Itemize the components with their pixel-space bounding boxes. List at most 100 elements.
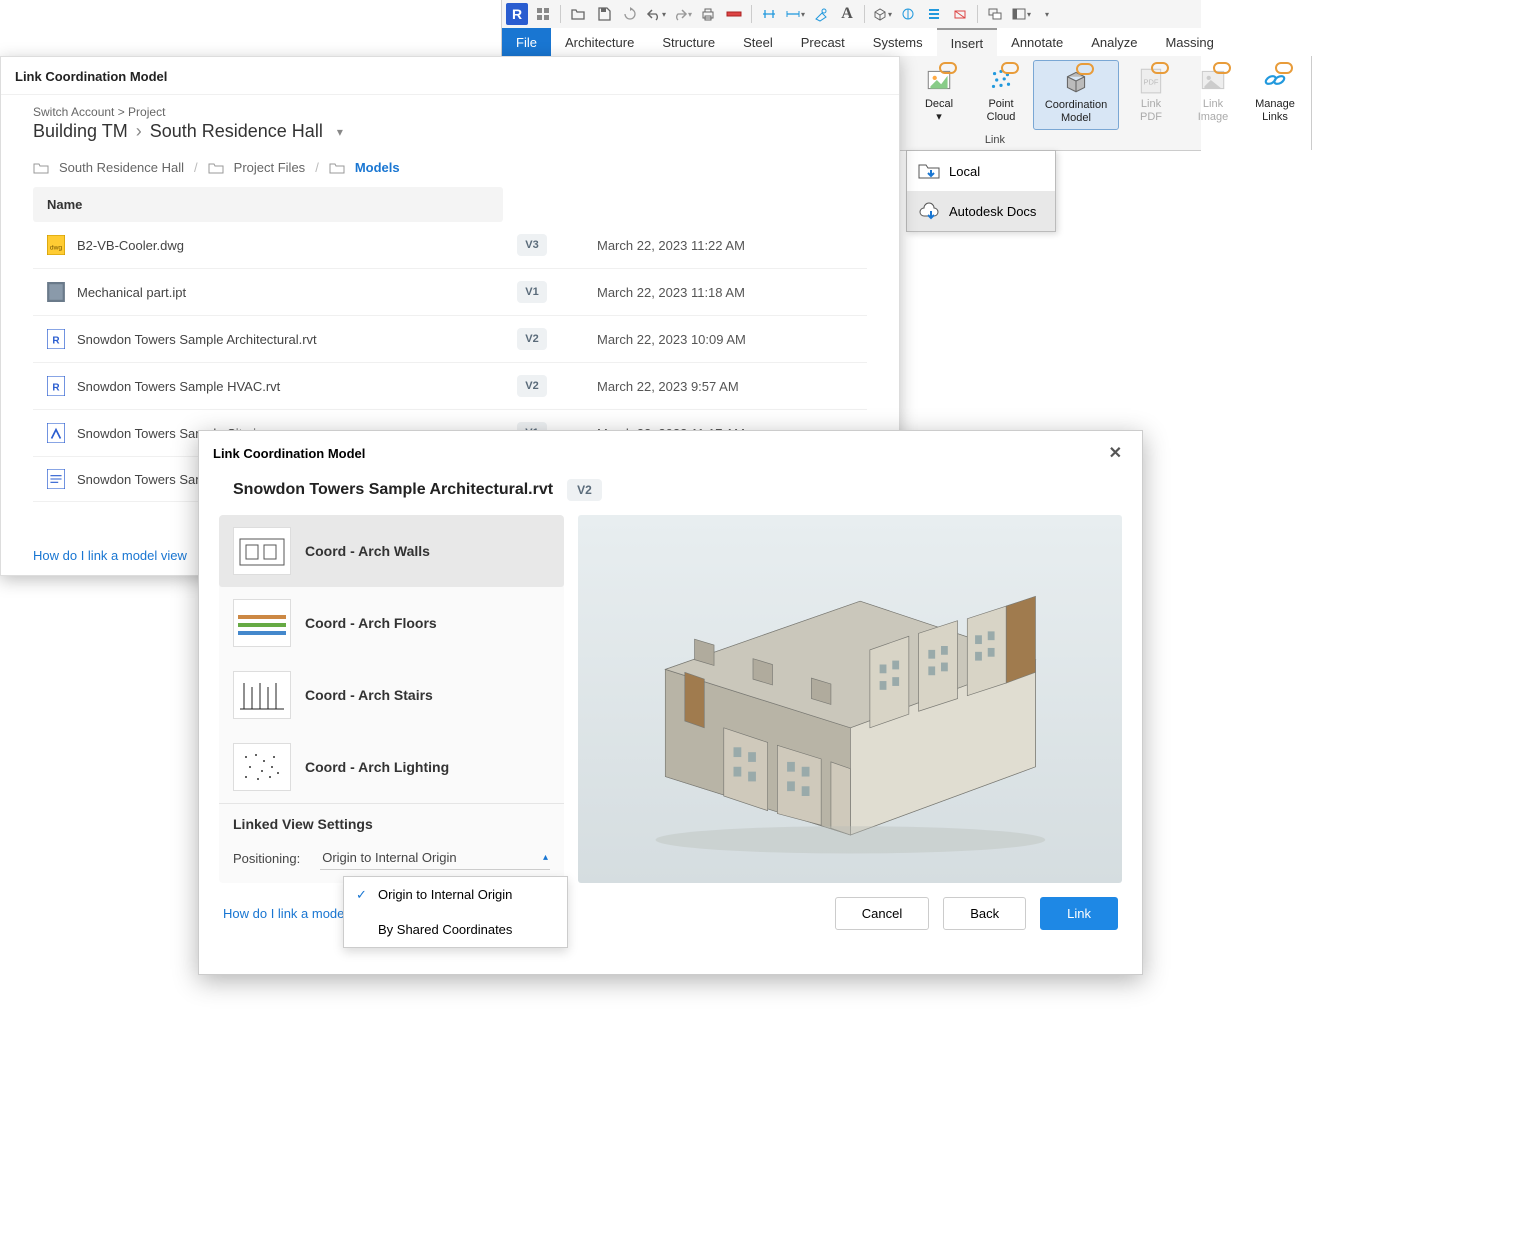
tab-structure[interactable]: Structure [648,28,729,56]
file-row[interactable]: Mechanical part.iptV1March 22, 2023 11:1… [33,269,867,316]
qat-app-menu-icon[interactable] [532,3,554,25]
decal-icon [923,64,955,96]
tab-file[interactable]: File [502,28,551,56]
linked-view-settings-header: Linked View Settings [219,803,564,838]
view-thumb-icon [233,599,291,647]
svg-text:R: R [52,382,60,393]
folder-icon [208,161,224,175]
tab-architecture[interactable]: Architecture [551,28,648,56]
file-row[interactable]: dwgB2-VB-Cooler.dwgV3March 22, 2023 11:2… [33,222,867,269]
close-button[interactable]: ✕ [1103,441,1128,465]
link-image-icon [1197,64,1229,96]
positioning-dropdown[interactable]: Origin to Internal Origin ▴ [320,846,550,870]
version-badge: V2 [517,375,547,397]
view-selector-dialog: Link Coordination Model ✕ Snowdon Towers… [198,430,1143,975]
pos-option-shared[interactable]: By Shared Coordinates [344,912,567,947]
view-item[interactable]: Coord - Arch Walls [219,515,564,587]
qat-thinlines-icon[interactable] [923,3,945,25]
qat-default3d-icon[interactable]: ▾ [871,3,893,25]
dialog-title: Link Coordination Model [213,446,365,461]
file-name: Snowdon Towers Sample Architectural.rvt [233,481,553,499]
point-cloud-button[interactable]: PointCloud [971,60,1031,130]
link-pdf-button: PDFLinkPDF [1121,60,1181,130]
coord-dd-local[interactable]: Local [907,151,1055,191]
link-image-button: LinkImage [1183,60,1243,130]
file-doc-icon [47,469,65,489]
point-cloud-icon [985,64,1017,96]
version-badge: V2 [517,328,547,350]
qat-save-icon[interactable] [593,3,615,25]
qat-print-icon[interactable] [697,3,719,25]
view-item[interactable]: Coord - Arch Stairs [219,659,564,731]
views-list: Coord - Arch WallsCoord - Arch FloorsCoo… [219,515,564,883]
building-preview-icon [592,533,1109,864]
coord-model-button[interactable]: CoordinationModel [1033,60,1119,130]
qat-open-icon[interactable] [567,3,589,25]
cancel-button[interactable]: Cancel [835,897,929,930]
cloud-icon [917,201,941,221]
pos-option-origin[interactable]: Origin to Internal Origin [344,877,567,912]
version-badge: V3 [517,234,547,256]
qat-dimension-icon[interactable]: ▾ [784,3,806,25]
path-seg[interactable]: South Residence Hall [59,160,184,175]
back-button[interactable]: Back [943,897,1026,930]
project-breadcrumb[interactable]: Building TM › South Residence Hall ▾ [33,121,867,142]
path-seg[interactable]: Project Files [234,160,306,175]
revit-logo[interactable]: R [506,3,528,25]
decal-button[interactable]: Decal▾ [909,60,969,130]
qat-measure-icon[interactable] [723,3,745,25]
switch-account-link[interactable]: Switch Account > Project [33,105,867,119]
svg-text:R: R [52,335,60,346]
qat-sync-icon[interactable] [619,3,641,25]
qat-section-icon[interactable] [897,3,919,25]
folder-icon [917,161,941,181]
file-row[interactable]: RSnowdon Towers Sample Architectural.rvt… [33,316,867,363]
link-button[interactable]: Link [1040,897,1118,930]
qat-text-icon[interactable]: A [836,3,858,25]
view-item[interactable]: Coord - Arch Floors [219,587,564,659]
manage-links-button[interactable]: ManageLinks [1245,60,1305,130]
qat-switch-icon[interactable] [984,3,1006,25]
coordination-model-dropdown: Local Autodesk Docs [906,150,1056,232]
path-seg-active[interactable]: Models [355,160,400,175]
positioning-options-popup: Origin to Internal Origin By Shared Coor… [343,876,568,948]
tab-steel[interactable]: Steel [729,28,787,56]
tab-annotate[interactable]: Annotate [997,28,1077,56]
view-item[interactable]: Coord - Arch Lighting [219,731,564,803]
view-thumb-icon [233,743,291,791]
model-preview [578,515,1122,883]
quick-access-toolbar: R ▾ ▾ ▾ A ▾ ▾ ▾ [502,0,1201,28]
positioning-label: Positioning: [233,851,300,866]
dialog-title: Link Coordination Model [1,57,899,95]
svg-text:dwg: dwg [50,244,63,251]
chevron-down-icon[interactable]: ▾ [337,125,343,139]
qat-undo-icon[interactable]: ▾ [645,3,667,25]
link-pdf-icon: PDF [1135,64,1167,96]
coord-dd-autodesk-docs[interactable]: Autodesk Docs [907,191,1055,231]
file-iwm-icon [47,423,65,443]
qat-tag-icon[interactable] [810,3,832,25]
qat-redo-icon[interactable]: ▾ [671,3,693,25]
tab-analyze[interactable]: Analyze [1077,28,1151,56]
file-ipt-icon [47,282,65,302]
chevron-right-icon: › [136,121,142,142]
file-rvt-icon: R [47,329,65,349]
manage-links-icon [1259,64,1291,96]
qat-customize-icon[interactable]: ▾ [1036,3,1058,25]
qat-ui-icon[interactable]: ▾ [1010,3,1032,25]
col-name[interactable]: Name [33,187,503,222]
qat-close-hidden-icon[interactable] [949,3,971,25]
tab-massing[interactable]: Massing [1151,28,1227,56]
tab-precast[interactable]: Precast [787,28,859,56]
tab-systems[interactable]: Systems [859,28,937,56]
help-link[interactable]: How do I link a model view [33,548,187,563]
qat-align-icon[interactable] [758,3,780,25]
folder-icon [33,161,49,175]
view-thumb-icon [233,671,291,719]
svg-text:PDF: PDF [1144,77,1159,86]
file-row[interactable]: RSnowdon Towers Sample HVAC.rvtV2March 2… [33,363,867,410]
view-thumb-icon [233,527,291,575]
ribbon-tabs: FileArchitectureStructureSteelPrecastSys… [502,28,1201,56]
tab-insert[interactable]: Insert [937,28,998,56]
file-dwg-icon: dwg [47,235,65,255]
